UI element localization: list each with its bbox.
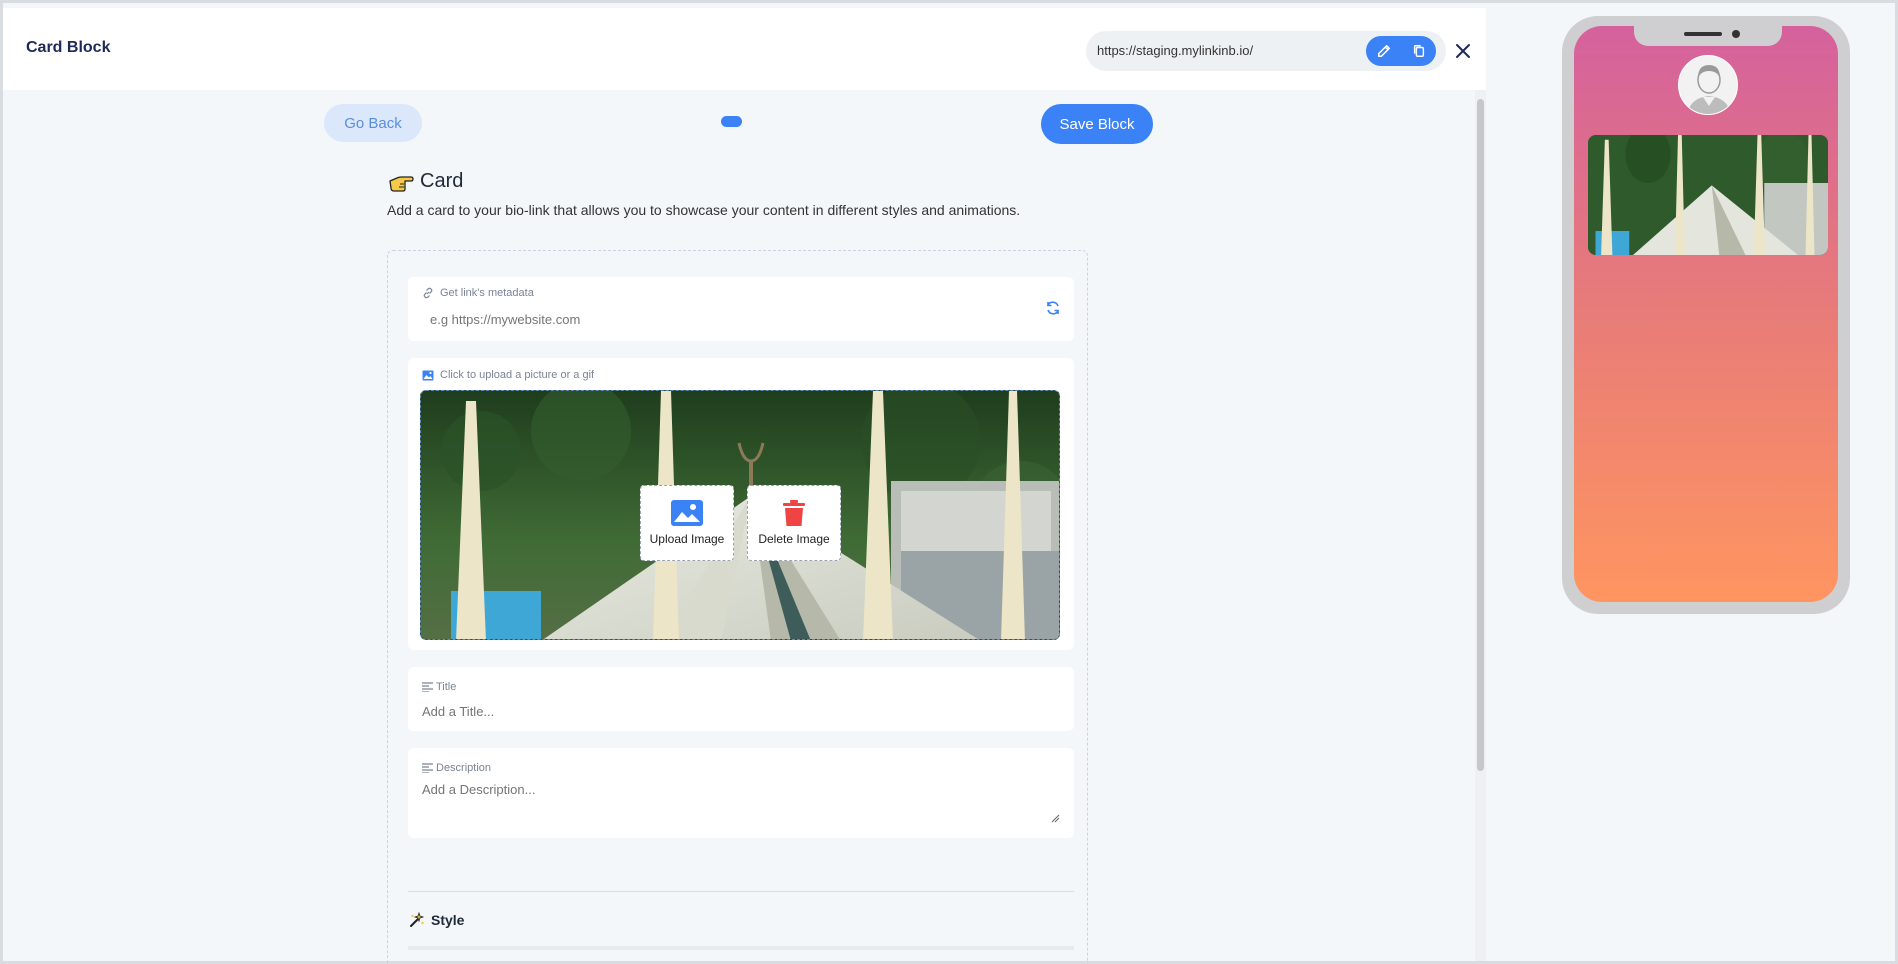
step-indicator — [721, 116, 742, 127]
page-title: Card Block — [26, 39, 111, 56]
title-field — [408, 667, 1074, 731]
card-heading: Card — [388, 170, 463, 193]
url-display: https://staging.mylinkinb.io/ — [1086, 31, 1446, 71]
copy-url-button[interactable] — [1401, 36, 1436, 66]
style-section-heading: Style — [409, 912, 464, 928]
metadata-url-input[interactable] — [430, 309, 1030, 329]
image-upload-label: Click to upload a picture or a gif — [422, 369, 594, 381]
card-description: Add a card to your bio-link that allows … — [387, 202, 1021, 218]
scrollbar[interactable] — [1475, 90, 1486, 961]
phone-speaker — [1684, 32, 1722, 36]
magic-wand-icon — [410, 912, 425, 927]
url-text: https://staging.mylinkinb.io/ — [1097, 43, 1254, 58]
refresh-icon — [1047, 301, 1059, 315]
save-block-button[interactable]: Save Block — [1041, 104, 1153, 144]
pointing-hand-icon — [389, 175, 414, 192]
edit-url-button[interactable] — [1366, 36, 1401, 66]
section-divider — [408, 891, 1074, 892]
header: Card Block https://staging.mylinkinb.io/ — [3, 8, 1486, 90]
close-icon — [1456, 44, 1470, 58]
trash-icon — [783, 500, 805, 526]
image-icon — [671, 500, 703, 526]
fetch-metadata-button[interactable] — [1042, 297, 1064, 319]
link-icon — [423, 287, 433, 299]
title-label: Title — [422, 681, 456, 693]
close-button[interactable] — [1450, 38, 1476, 64]
text-align-icon — [422, 763, 433, 773]
card-heading-label: Card — [420, 170, 464, 192]
uploaded-image-preview[interactable]: Upload Image Delete Image — [420, 390, 1060, 640]
mosque-photo — [421, 391, 1059, 639]
text-align-icon — [422, 682, 433, 692]
next-section-edge — [408, 946, 1074, 950]
upload-image-button[interactable]: Upload Image — [640, 485, 734, 561]
phone-camera — [1732, 30, 1740, 38]
copy-icon — [1413, 45, 1424, 57]
description-input[interactable] — [422, 782, 1062, 824]
phone-preview — [1562, 16, 1850, 614]
scrollbar-thumb[interactable] — [1477, 99, 1484, 771]
pencil-icon — [1377, 44, 1390, 58]
delete-image-button[interactable]: Delete Image — [747, 485, 841, 561]
phone-notch — [1634, 26, 1782, 46]
preview-card-image — [1588, 135, 1828, 255]
avatar — [1678, 55, 1738, 115]
image-icon — [422, 370, 434, 380]
user-avatar-icon — [1679, 56, 1737, 114]
url-actions — [1366, 36, 1436, 66]
metadata-label: Get link's metadata — [422, 287, 534, 299]
mosque-thumbnail — [1588, 135, 1828, 255]
description-label: Description — [422, 762, 491, 774]
resize-handle-icon[interactable] — [1050, 813, 1060, 823]
phone-screen — [1574, 26, 1838, 602]
go-back-button[interactable]: Go Back — [324, 104, 422, 142]
title-input[interactable] — [422, 701, 1052, 721]
